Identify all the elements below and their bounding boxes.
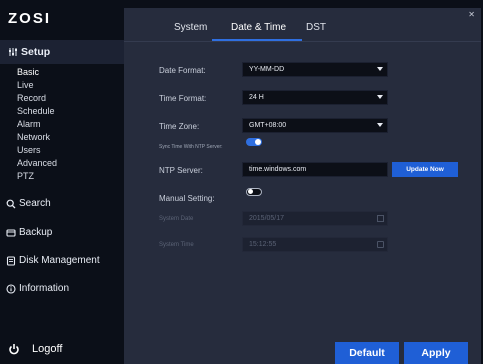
toggle-knob [255, 139, 261, 145]
chevron-down-icon [377, 95, 383, 99]
default-button[interactable]: Default [335, 342, 399, 364]
sidebar-subitem-ptz[interactable]: PTZ [17, 171, 34, 182]
logoff-button[interactable]: Logoff [8, 343, 62, 355]
calendar-icon [377, 215, 384, 222]
time-zone-label: Time Zone: [159, 122, 200, 131]
ntp-server-value: time.windows.com [249, 166, 307, 173]
sidebar-item-information[interactable]: Information [6, 283, 69, 294]
stepper-icon [377, 241, 384, 248]
date-format-label: Date Format: [159, 66, 206, 75]
tab-date-time[interactable]: Date & Time [231, 22, 286, 33]
ntp-server-input[interactable]: time.windows.com [242, 162, 388, 177]
sidebar-item-label: Disk Management [19, 255, 100, 266]
system-time-label: System Time [159, 242, 194, 248]
time-format-select[interactable]: 24 H [242, 90, 388, 105]
tab-system[interactable]: System [174, 22, 207, 33]
sidebar: ZOSI Setup Basic Live Record Schedule Al… [0, 0, 124, 364]
system-time-input: 15:12:55 [242, 237, 388, 252]
sidebar-item-disk-management[interactable]: Disk Management [6, 255, 100, 266]
logoff-label: Logoff [32, 343, 63, 355]
ntp-sync-toggle[interactable] [246, 138, 262, 146]
sidebar-subitem-schedule[interactable]: Schedule [17, 106, 55, 117]
dvr-settings-screen: ZOSI Setup Basic Live Record Schedule Al… [0, 0, 483, 364]
date-format-select[interactable]: YY-MM-DD [242, 62, 388, 77]
sidebar-subitem-record[interactable]: Record [17, 93, 46, 104]
tab-divider [124, 41, 481, 42]
time-zone-value: GMT+08:00 [249, 122, 287, 129]
apply-button[interactable]: Apply [404, 342, 468, 364]
date-format-value: YY-MM-DD [249, 66, 285, 73]
sidebar-item-label: Information [19, 283, 70, 294]
manual-setting-toggle[interactable] [246, 188, 262, 196]
sidebar-subitem-alarm[interactable]: Alarm [17, 119, 41, 130]
system-date-value: 2015/05/17 [249, 215, 285, 222]
ntp-server-label: NTP Server: [159, 166, 203, 175]
chevron-down-icon [377, 67, 383, 71]
sidebar-subitem-users[interactable]: Users [17, 145, 41, 156]
sidebar-item-search[interactable]: Search [6, 198, 51, 209]
system-time-value: 15:12:55 [249, 241, 277, 248]
settings-sliders-icon [8, 47, 18, 57]
sidebar-subitem-network[interactable]: Network [17, 132, 50, 143]
disk-icon [6, 255, 16, 266]
ntp-sync-label: Sync Time With NTP Server: [159, 144, 223, 150]
sidebar-subitem-basic[interactable]: Basic [17, 67, 39, 78]
settings-panel: ✕ System Date & Time DST Date Format: YY… [124, 8, 481, 364]
search-icon [6, 199, 16, 209]
update-now-button[interactable]: Update Now [392, 162, 458, 177]
tab-bar: System Date & Time DST [124, 8, 481, 42]
chevron-down-icon [377, 123, 383, 127]
sidebar-subitem-live[interactable]: Live [17, 80, 34, 91]
toggle-knob [248, 189, 253, 194]
tab-dst[interactable]: DST [306, 22, 326, 33]
system-date-label: System Date [159, 216, 194, 222]
brand-logo: ZOSI [8, 10, 52, 27]
sidebar-item-label: Setup [21, 46, 51, 58]
time-format-value: 24 H [249, 94, 264, 101]
power-icon [8, 343, 20, 355]
sidebar-item-label: Search [19, 198, 51, 209]
system-date-input: 2015/05/17 [242, 211, 388, 226]
sidebar-subitem-advanced[interactable]: Advanced [17, 158, 57, 169]
sidebar-item-setup[interactable]: Setup [0, 40, 124, 64]
backup-icon [6, 228, 16, 238]
info-icon [6, 283, 16, 294]
sidebar-item-label: Backup [19, 227, 53, 238]
time-zone-select[interactable]: GMT+08:00 [242, 118, 388, 133]
time-format-label: Time Format: [159, 94, 207, 103]
manual-setting-label: Manual Setting: [159, 194, 215, 203]
sidebar-item-backup[interactable]: Backup [6, 227, 52, 238]
